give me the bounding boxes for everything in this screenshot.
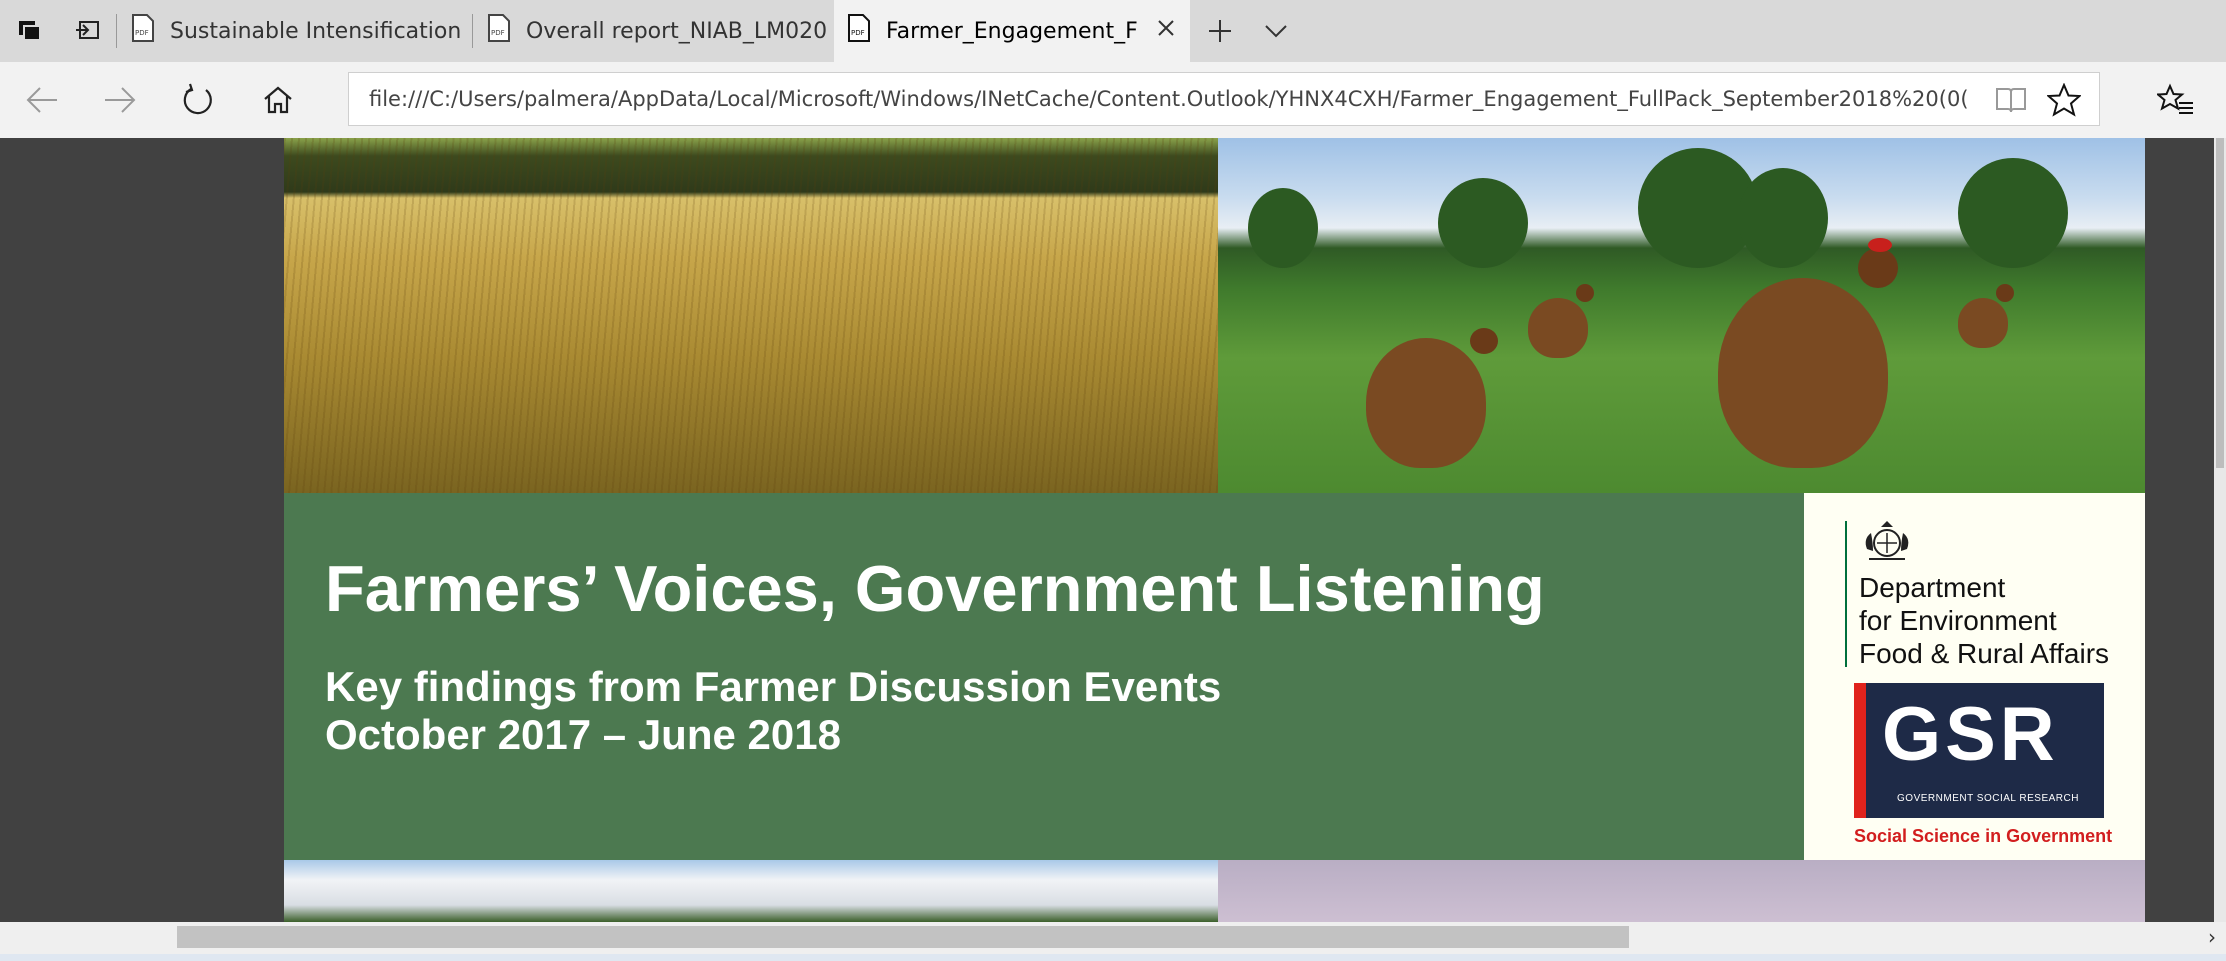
tree-shape: [1738, 168, 1828, 268]
forward-arrow-icon[interactable]: [90, 62, 150, 138]
tab-separator: [472, 14, 473, 48]
document-title: Farmers’ Voices, Government Listening: [325, 552, 1545, 625]
horizontal-scrollbar[interactable]: ›: [0, 922, 2226, 954]
hen-head: [1470, 328, 1498, 354]
horizontal-scroll-thumb[interactable]: [177, 926, 1629, 948]
home-icon[interactable]: [248, 62, 308, 138]
scroll-right-icon[interactable]: ›: [2208, 925, 2216, 949]
hen-head: [1996, 284, 2014, 302]
navigation-bar: file:///C:/Users/palmera/AppData/Local/M…: [0, 62, 2226, 138]
tab-manager-icon[interactable]: [8, 0, 52, 62]
hen-comb: [1868, 238, 1892, 252]
pdf-file-icon: PDF: [486, 14, 512, 48]
document-date-range: October 2017 – June 2018: [325, 711, 841, 758]
tabs-aside-icon[interactable]: [66, 0, 110, 62]
hen-head: [1858, 248, 1898, 288]
hen-shape: [1528, 284, 1594, 358]
defra-line: Department: [1859, 572, 2006, 603]
close-tab-icon[interactable]: [1156, 18, 1176, 44]
pdf-file-icon: PDF: [130, 14, 156, 48]
sky-photo: [1218, 860, 2145, 922]
title-banner: Farmers’ Voices, Government Listening Ke…: [284, 493, 1804, 860]
vertical-scrollbar[interactable]: [2214, 138, 2226, 922]
tab-label: Farmer_Engagement_Fu: [886, 18, 1138, 44]
address-url[interactable]: file:///C:/Users/palmera/AppData/Local/M…: [369, 73, 1979, 125]
address-bar[interactable]: file:///C:/Users/palmera/AppData/Local/M…: [348, 72, 2100, 126]
svg-text:PDF: PDF: [851, 29, 865, 37]
tree-shape: [1958, 158, 2068, 268]
logo-panel: Department for Environment Food & Rural …: [1804, 493, 2145, 860]
pdf-viewer[interactable]: Farmers’ Voices, Government Listening Ke…: [0, 138, 2214, 922]
tab-sustainable-intensification[interactable]: PDF Sustainable Intensification i: [118, 0, 470, 62]
chevron-down-icon[interactable]: [1252, 0, 1300, 62]
svg-text:PDF: PDF: [491, 29, 505, 37]
gsr-logo: GSR GOVERNMENT SOCIAL RESEARCH: [1854, 683, 2104, 818]
window-bottom-edge: [0, 954, 2226, 961]
hen-shape: [1958, 284, 2014, 348]
vertical-scroll-thumb[interactable]: [2216, 138, 2224, 468]
gsr-red-bar: [1854, 683, 1866, 818]
hen-shape: [1366, 328, 1498, 468]
pdf-file-icon: PDF: [846, 14, 872, 48]
defra-line: Food & Rural Affairs: [1859, 638, 2110, 669]
document-subtitle: Key findings from Farmer Discussion Even…: [325, 663, 1222, 710]
hens-photo: [1218, 138, 2145, 493]
landscape-photo: [284, 860, 1218, 922]
defra-green-rule: [1845, 521, 1847, 667]
plus-icon[interactable]: [1196, 0, 1244, 62]
tab-label: Sustainable Intensification i: [170, 18, 470, 44]
tab-label: Overall report_NIAB_LM020: [526, 18, 828, 44]
defra-line: for Environment: [1859, 605, 2057, 636]
defra-logo-text: Department for Environment Food & Rural …: [1859, 571, 2109, 670]
wheat-field-photo: [284, 138, 1218, 493]
tree-shape: [1438, 178, 1528, 268]
hen-head: [1576, 284, 1594, 302]
tab-overall-report[interactable]: PDF Overall report_NIAB_LM020: [474, 0, 834, 62]
tree-shape: [1248, 188, 1318, 268]
gsr-tagline: Social Science in Government: [1854, 826, 2113, 846]
gsr-logo-letters: GSR: [1882, 692, 2059, 777]
favorites-hub-icon[interactable]: [2146, 62, 2206, 138]
svg-text:PDF: PDF: [135, 29, 149, 37]
tab-separator: [116, 14, 117, 48]
favorite-star-icon[interactable]: [2045, 82, 2083, 122]
tab-farmer-engagement[interactable]: PDF Farmer_Engagement_Fu: [834, 0, 1190, 62]
reading-view-icon[interactable]: [1995, 85, 2027, 120]
royal-crest-icon: [1859, 517, 1915, 570]
pdf-page: Farmers’ Voices, Government Listening Ke…: [284, 138, 2145, 922]
hen-shape: [1718, 238, 1898, 468]
tab-bar: PDF Sustainable Intensification i PDF Ov…: [0, 0, 2226, 62]
back-arrow-icon[interactable]: [12, 62, 72, 138]
refresh-icon[interactable]: [168, 62, 228, 138]
gsr-logo-subtext: GOVERNMENT SOCIAL RESEARCH: [1897, 793, 2079, 804]
